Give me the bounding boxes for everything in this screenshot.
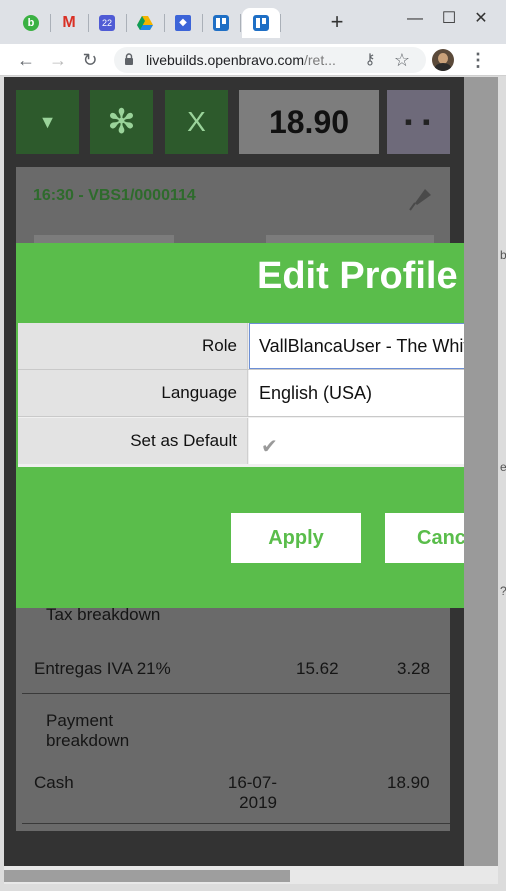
back-icon[interactable]: ← [14,48,38,72]
trello-icon [253,15,269,31]
edge-mark: ? [500,584,506,598]
horizontal-scrollbar[interactable] [4,866,498,884]
x-icon: X [187,106,206,137]
lock-icon [125,53,133,65]
drive-tab[interactable] [126,8,164,38]
dialog-title: Edit Profile [257,255,458,297]
gmail-tab[interactable]: M [50,8,88,38]
edge-mark: e [500,460,506,474]
default-label: Set as Default [18,418,248,464]
asterisk-button[interactable]: ✻ [90,90,153,154]
bitwarden-tab[interactable]: ◆ [164,8,202,38]
url-text: livebuilds.openbravo.com/ret... [146,52,336,68]
calendar-tab[interactable]: 22 [88,8,126,38]
pin-icon[interactable] [406,183,436,213]
minimize-icon[interactable]: — [404,8,426,30]
gmail-icon: M [62,14,76,31]
profile-form: Role VallBlancaUser - The White Valley G… [18,323,464,467]
browser-tab-strip: b M 22 ◆ + — ☐ ✕ [0,0,506,44]
drive-icon [137,16,153,30]
caret-down-icon: ▼ [38,111,57,132]
forward-icon[interactable]: → [46,48,70,72]
apply-button[interactable]: Apply [231,513,361,563]
tax-row-name: Entregas IVA 21% [34,659,171,678]
browser-toolbar: ← → ↻ livebuilds.openbravo.com/ret... ⚷ … [0,44,506,76]
page-viewport: ▼ ✻ X 18.90 ▪ ▪ 16:30 - VBS1/0000114 Tax… [4,77,498,866]
reload-icon[interactable]: ↻ [78,48,102,72]
bravo-icon: b [23,15,39,31]
menu-icon[interactable]: ⋮ [466,48,490,72]
payment-method: Cash [34,773,74,792]
side-scroll-area [464,77,498,866]
bravo-tab[interactable]: b [12,8,50,38]
dots-icon: ▪ ▪ [404,109,433,134]
maximize-icon[interactable]: ☐ [438,8,460,30]
language-label: Language [18,370,248,416]
language-row: Language English (USA) [18,370,464,417]
profile-avatar[interactable] [432,49,454,71]
receipt-title: 16:30 - VBS1/0000114 [33,187,196,204]
tax-breakdown-label: Tax breakdown [46,605,161,624]
total-amount: 18.90 [239,90,379,154]
default-checkbox[interactable]: ✔ [249,418,464,464]
trello-icon [213,15,229,31]
star-icon[interactable]: ☆ [390,48,414,72]
checkmark-icon: ✔ [261,436,278,458]
payment-breakdown-label: Payment breakdown [46,711,130,750]
new-tab-button[interactable]: + [326,10,348,34]
role-row: Role VallBlancaUser - The White Valley G… [18,323,464,370]
url-host: livebuilds.openbravo.com [146,52,304,68]
x-button[interactable]: X [165,90,228,154]
scrollbar-thumb[interactable] [4,870,290,882]
edge-mark: b [500,248,506,262]
close-icon[interactable]: ✕ [470,8,492,30]
role-label: Role [18,323,248,369]
payment-date: 16-07-2019 [227,773,277,812]
dropdown-button[interactable]: ▼ [16,90,79,154]
cancel-button[interactable]: Cancel [385,513,464,563]
trello-tab-1[interactable] [202,8,240,38]
more-button[interactable]: ▪ ▪ [387,90,450,154]
calendar-icon: 22 [99,15,115,31]
asterisk-icon: ✻ [107,103,136,141]
trello-tab-2-active[interactable] [242,8,280,38]
divider [22,693,450,694]
role-select[interactable]: VallBlancaUser - The White Valley Group [249,323,464,369]
language-select[interactable]: English (USA) [249,370,464,416]
key-icon[interactable]: ⚷ [358,48,382,72]
tax-row-amount: 3.28 [397,659,431,678]
payment-amount: 18.90 [387,773,430,792]
shield-icon: ◆ [175,15,191,31]
edit-profile-dialog: Edit Profile Role VallBlancaUser - The W… [16,243,464,608]
tax-row-base: 15.62 [296,659,339,678]
default-row: Set as Default ✔ [18,418,464,465]
url-path: /ret... [303,52,336,68]
divider [22,823,450,824]
